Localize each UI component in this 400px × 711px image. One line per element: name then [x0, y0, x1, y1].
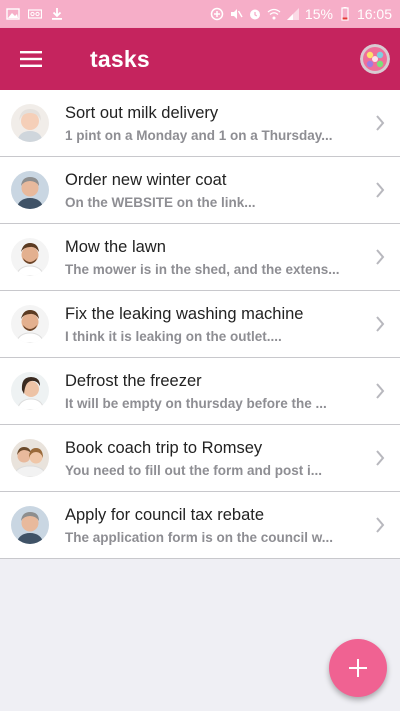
- page-title: tasks: [90, 45, 150, 72]
- avatar: [11, 104, 49, 142]
- app-bar: tasks: [0, 28, 400, 90]
- chevron-right-icon: [360, 450, 400, 466]
- menu-button[interactable]: [0, 28, 62, 90]
- status-bar-system: 15% 16:05: [210, 6, 400, 22]
- alarm-icon: [248, 7, 262, 21]
- task-subtitle: On the WEBSITE on the link...: [65, 194, 256, 210]
- list-item[interactable]: Book coach trip to Romsey You need to fi…: [0, 425, 400, 492]
- chevron-right-icon: [360, 517, 400, 533]
- status-bar: 15% 16:05: [0, 0, 400, 28]
- list-item[interactable]: Apply for council tax rebate The applica…: [0, 492, 400, 559]
- chevron-right-icon: [360, 383, 400, 399]
- chevron-right-icon: [360, 249, 400, 265]
- avatar: [11, 238, 49, 276]
- hamburger-icon: [20, 51, 42, 67]
- mute-icon: [229, 7, 243, 21]
- task-title: Sort out milk delivery: [65, 103, 219, 122]
- status-bar-notifications: [0, 7, 64, 21]
- list-item[interactable]: Sort out milk delivery 1 pint on a Monda…: [0, 90, 400, 157]
- chevron-right-icon: [360, 182, 400, 198]
- clock: 16:05: [356, 6, 392, 22]
- download-icon: [50, 7, 64, 21]
- task-subtitle: The application form is on the council w…: [65, 529, 334, 545]
- avatar: [11, 305, 49, 343]
- list-item[interactable]: Defrost the freezer It will be empty on …: [0, 358, 400, 425]
- chevron-right-icon: [360, 316, 400, 332]
- avatar: [11, 439, 49, 477]
- avatar: [11, 506, 49, 544]
- task-title: Mow the lawn: [65, 237, 166, 256]
- list-item[interactable]: Fix the leaking washing machine I think …: [0, 291, 400, 358]
- list-item[interactable]: Mow the lawn The mower is in the shed, a…: [0, 224, 400, 291]
- user-avatar-icon: [360, 44, 390, 74]
- task-title: Order new winter coat: [65, 170, 227, 189]
- signal-icon: [286, 7, 300, 21]
- chevron-right-icon: [360, 115, 400, 131]
- task-subtitle: It will be empty on thursday before the …: [65, 395, 327, 411]
- wifi-icon: [267, 7, 281, 21]
- task-title: Book coach trip to Romsey: [65, 438, 263, 457]
- battery-icon: [338, 7, 352, 21]
- plus-icon: [349, 659, 367, 677]
- task-subtitle: You need to fill out the form and post i…: [65, 462, 322, 478]
- battery-percent: 15%: [304, 6, 333, 22]
- list-item[interactable]: Order new winter coat On the WEBSITE on …: [0, 157, 400, 224]
- task-title: Fix the leaking washing machine: [65, 304, 304, 323]
- avatar: [11, 372, 49, 410]
- avatar: [11, 171, 49, 209]
- voicemail-icon: [28, 7, 42, 21]
- add-task-button[interactable]: [329, 639, 387, 697]
- task-subtitle: I think it is leaking on the outlet....: [65, 328, 282, 344]
- task-subtitle: 1 pint on a Monday and 1 on a Thursday..…: [65, 127, 333, 143]
- data-saver-icon: [210, 7, 224, 21]
- task-list: Sort out milk delivery 1 pint on a Monda…: [0, 90, 400, 559]
- gallery-icon: [6, 7, 20, 21]
- task-title: Apply for council tax rebate: [65, 505, 265, 524]
- task-title: Defrost the freezer: [65, 371, 202, 390]
- task-subtitle: The mower is in the shed, and the extens…: [65, 261, 340, 277]
- user-avatar-button[interactable]: [360, 44, 390, 74]
